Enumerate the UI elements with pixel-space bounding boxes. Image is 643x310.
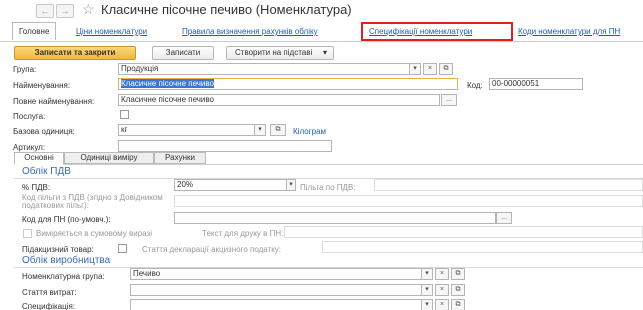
in-sum-label: Виміряється в сумовому виразі <box>36 229 152 238</box>
cost-item-clear-icon[interactable]: × <box>435 284 449 296</box>
privilege-code-field[interactable] <box>174 195 643 207</box>
spec-open-icon[interactable]: ⧉ <box>451 299 465 310</box>
spec-clear-icon[interactable]: × <box>435 299 449 310</box>
excise-checkbox[interactable] <box>118 244 127 253</box>
cost-item-field[interactable] <box>130 284 426 296</box>
vat-section-title: Облік ПДВ <box>22 166 71 177</box>
name-label: Найменування: <box>13 81 71 90</box>
inner-tab-accounts[interactable]: Рахунки <box>154 152 206 164</box>
inner-tab-main[interactable]: Основні <box>14 152 64 165</box>
full-name-field[interactable]: Класичне пісочне печиво <box>118 94 440 106</box>
chevron-down-icon: ▾ <box>322 48 327 57</box>
print-text-field[interactable] <box>284 226 643 238</box>
inner-tab-units[interactable]: Одиниці виміру <box>64 152 154 164</box>
service-label: Послуга: <box>13 112 46 121</box>
group-label: Група: <box>13 65 37 74</box>
cost-item-open-icon[interactable]: ⧉ <box>451 284 465 296</box>
name-value: Класичне пісочне печиво <box>121 79 214 88</box>
article-label: Артикул: <box>13 143 46 152</box>
tab-prices[interactable]: Ціни номенклатури <box>76 27 147 36</box>
vat-rate-field[interactable]: 20% <box>174 179 292 191</box>
back-button[interactable]: ← <box>36 4 54 18</box>
article-field[interactable] <box>118 140 332 152</box>
highlight-frame <box>361 22 513 41</box>
nom-group-field[interactable]: Печиво <box>130 268 426 280</box>
pn-code-label: Код для ПН (по-умовч.): <box>22 215 111 224</box>
base-unit-open-icon[interactable]: ⧉ <box>270 124 286 136</box>
open-icon[interactable]: ⧉ <box>439 63 453 75</box>
base-unit-dropdown-icon[interactable]: ▾ <box>254 124 266 136</box>
pn-code-field[interactable] <box>174 212 496 224</box>
vat-rate-label: % ПДВ: <box>22 183 51 192</box>
code-label: Код: <box>467 81 483 90</box>
tab-pn-codes[interactable]: Коди номенклатури для ПН <box>518 27 620 36</box>
create-on-basis-label: Створити на підставі <box>235 48 313 57</box>
base-unit-field[interactable]: кг <box>118 124 258 136</box>
forward-button[interactable]: → <box>56 4 74 18</box>
base-unit-link[interactable]: Кілограм <box>293 127 326 136</box>
inner-tabs-divider <box>14 164 643 165</box>
code-field[interactable]: 00-00000051 <box>489 78 583 90</box>
spec-field[interactable] <box>130 299 426 310</box>
vat-privilege-field[interactable] <box>374 179 643 191</box>
name-field[interactable]: Класичне пісочне печиво <box>118 78 458 90</box>
excise-article-field[interactable] <box>322 241 643 253</box>
tab-accounting-rules[interactable]: Правила визначення рахунків обліку <box>182 27 318 36</box>
nom-group-label: Номенклатурна група: <box>22 272 105 281</box>
base-unit-label: Базова одиниця: <box>13 127 75 136</box>
print-text-label: Текст для друку в ПН: <box>202 229 284 238</box>
excise-article-label: Стаття декларації акцизного податку: <box>142 245 282 254</box>
nom-group-clear-icon[interactable]: × <box>435 268 449 280</box>
cost-item-dropdown-icon[interactable]: ▾ <box>421 284 433 296</box>
spec-label: Специфікація: <box>22 302 76 310</box>
nom-group-open-icon[interactable]: ⧉ <box>451 268 465 280</box>
page-tabs: Головне Ціни номенклатури Правила визнач… <box>0 22 643 42</box>
service-checkbox[interactable] <box>120 110 129 119</box>
full-name-label: Повне найменування: <box>13 97 95 106</box>
excise-label: Підакцизний товар: <box>22 245 94 254</box>
clear-icon[interactable]: × <box>423 63 437 75</box>
tabs-divider <box>0 41 643 42</box>
save-button[interactable]: Записати <box>152 46 214 60</box>
vat-rate-dropdown-icon[interactable]: ▾ <box>286 179 296 191</box>
nom-group-dropdown-icon[interactable]: ▾ <box>421 268 433 280</box>
cost-item-label: Стаття витрат: <box>22 288 77 297</box>
in-sum-checkbox[interactable] <box>23 229 32 238</box>
vat-privilege-label: Пільга по ПДВ: <box>300 183 356 192</box>
create-on-basis-button[interactable]: Створити на підставі ▾ <box>226 46 334 60</box>
privilege-code-label: Код пільги з ПДВ (згідно з Довідником по… <box>22 193 163 210</box>
favorite-star-icon[interactable]: ☆ <box>82 1 95 18</box>
spec-dropdown-icon[interactable]: ▾ <box>421 299 433 310</box>
group-field[interactable]: Продукція <box>118 63 414 75</box>
pn-code-select-icon[interactable]: ... <box>496 212 512 224</box>
full-name-select-icon[interactable]: ... <box>441 94 457 106</box>
tab-main[interactable]: Головне <box>12 22 57 40</box>
production-section-title: Облік виробництва <box>22 255 111 266</box>
window-title: Класичне пісочне печиво (Номенклатура) <box>101 2 352 17</box>
save-and-close-button[interactable]: Записати та закрити <box>14 46 136 60</box>
dropdown-icon[interactable]: ▾ <box>409 63 421 75</box>
